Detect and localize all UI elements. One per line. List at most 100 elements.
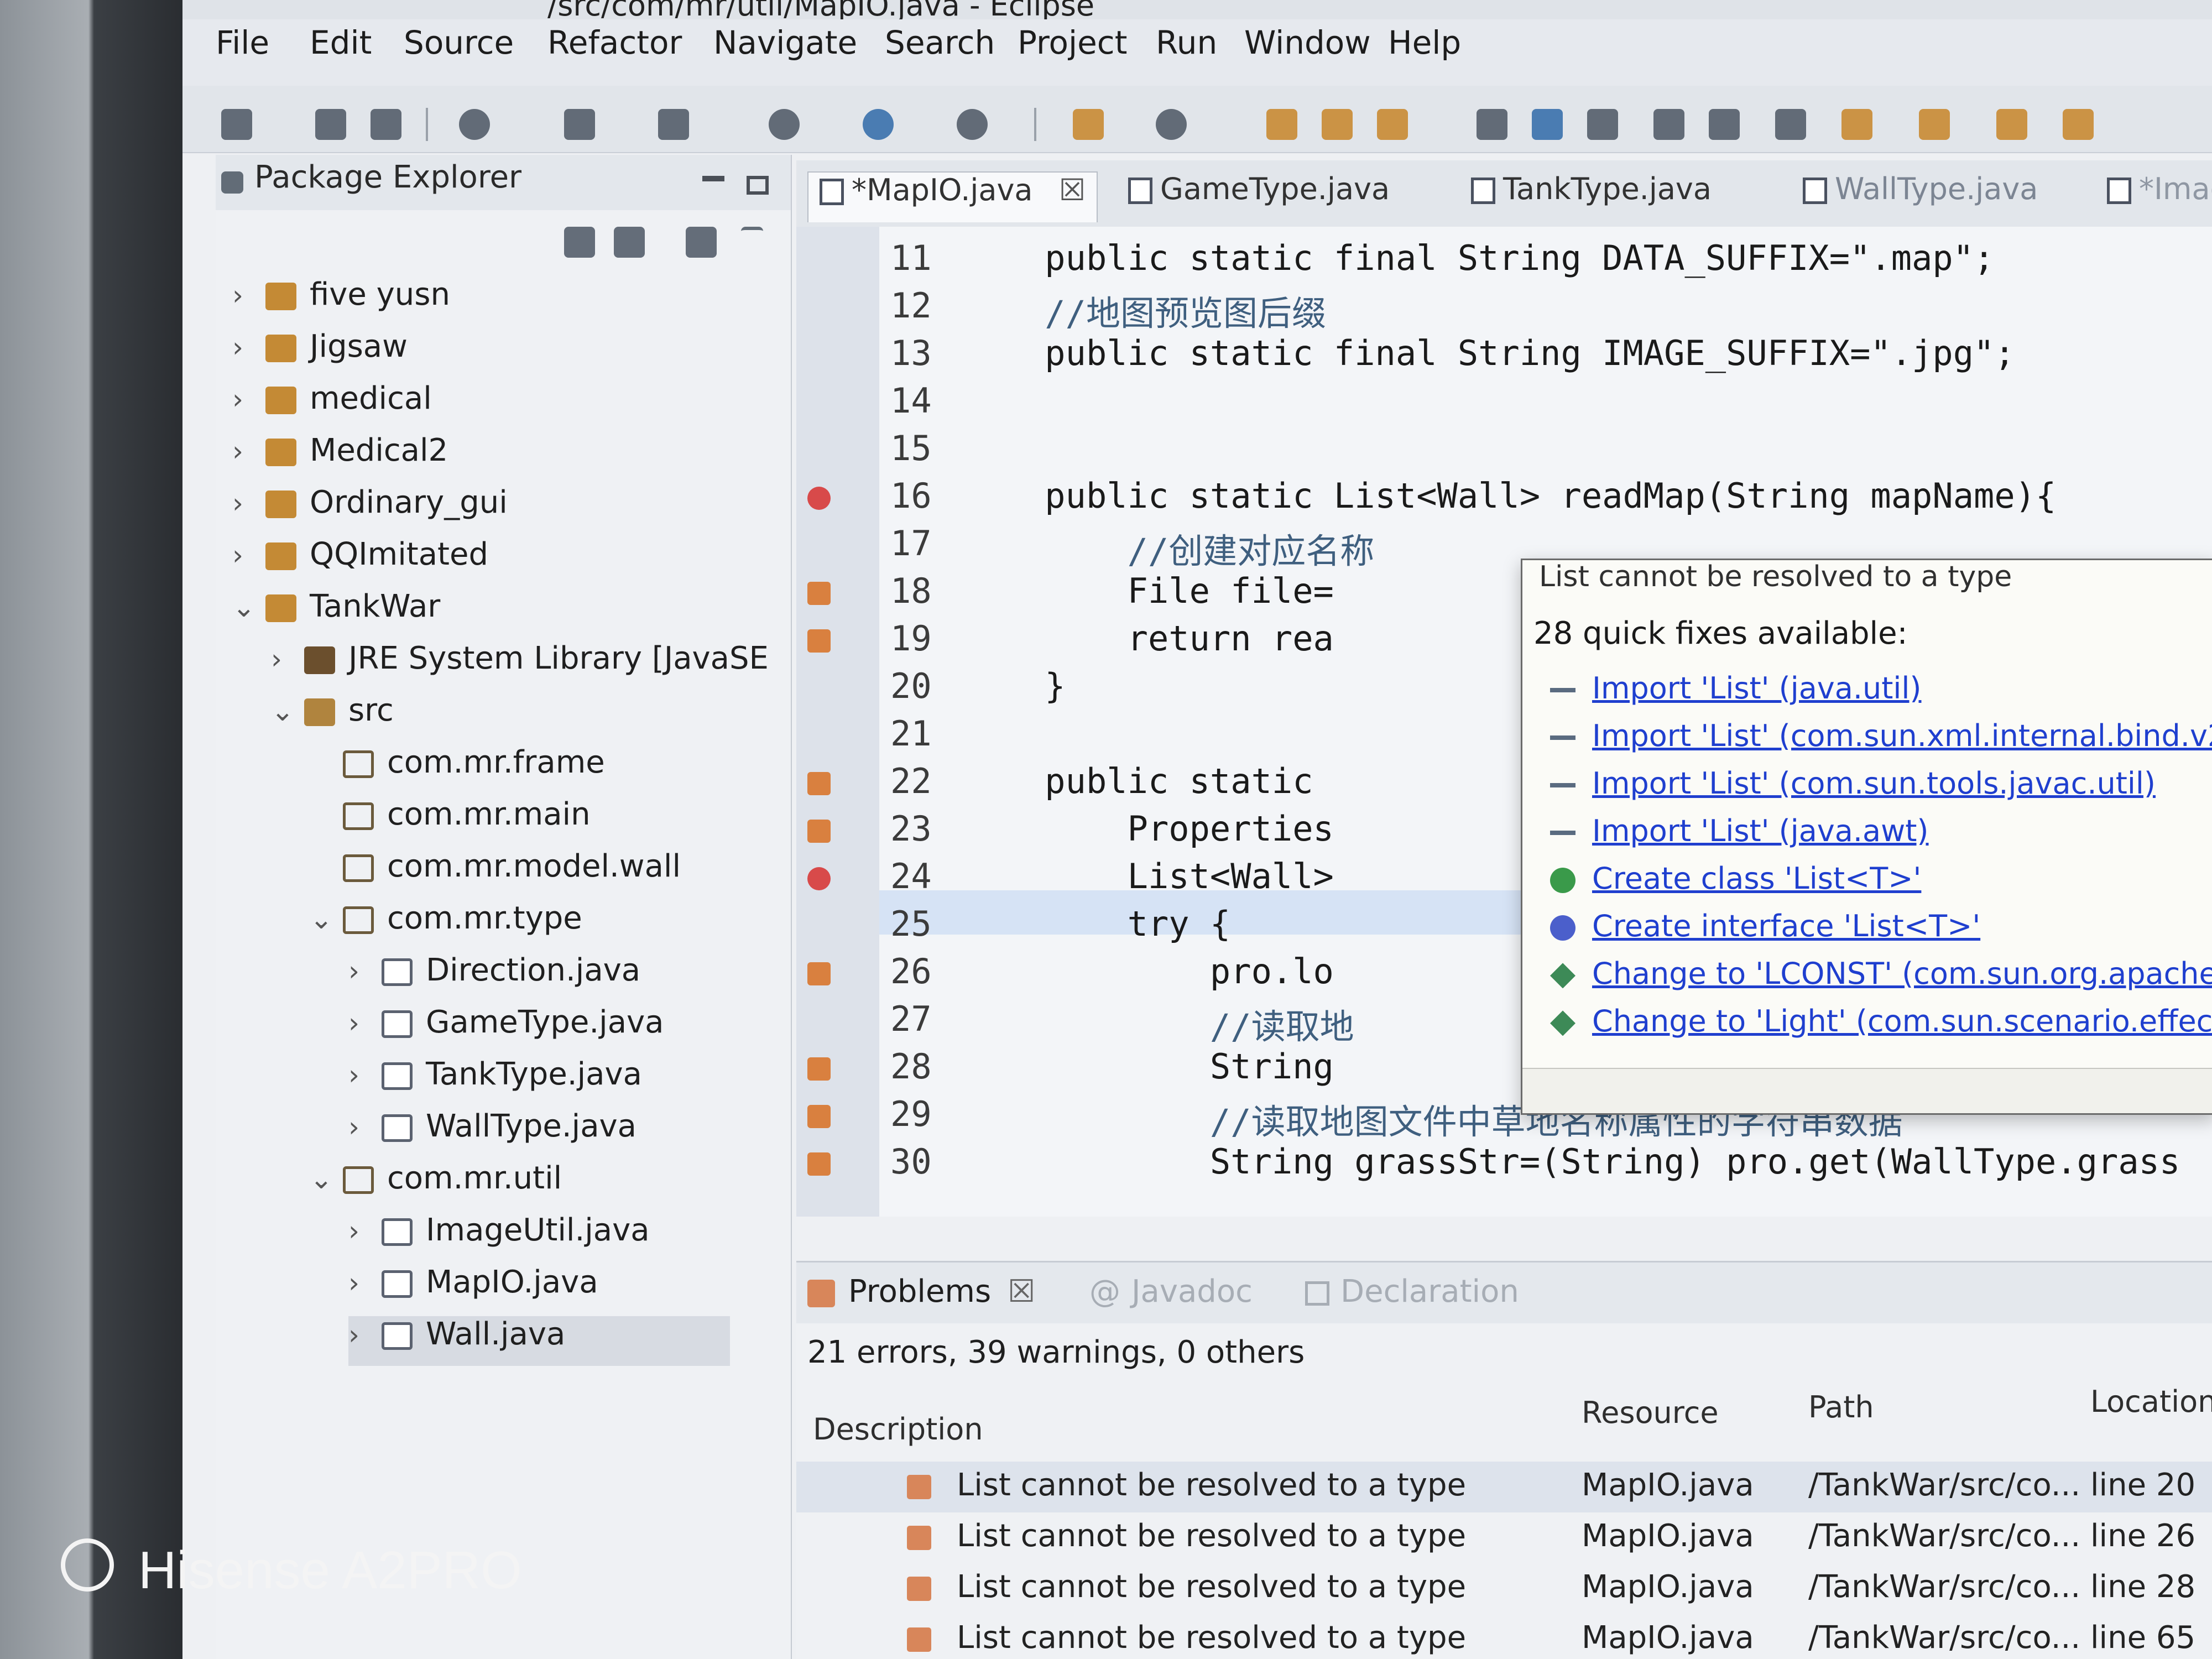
text-icon[interactable] [1775,109,1806,140]
chevron-down-icon[interactable]: ⌄ [310,1163,343,1195]
highlight-icon[interactable] [1532,109,1563,140]
menu-refactor[interactable]: Refactor [547,24,682,61]
quick-fix-item[interactable]: Create class 'List<T>' [1550,861,1921,896]
quick-fix-item[interactable]: Change to 'Light' (com.sun.scenario.effe… [1550,1004,2212,1039]
code-line[interactable]: //地图预览图后缀 [962,285,1326,335]
tree-item[interactable]: ⌄ com.mr.type [310,900,730,950]
link-editor-icon[interactable] [614,227,645,258]
tree-item[interactable]: com.mr.model.wall [310,848,730,898]
code-line[interactable]: //创建对应名称 [962,523,1375,573]
warning-marker-icon[interactable] [807,582,831,605]
tab-problems[interactable]: Problems ☒ [807,1274,1035,1310]
quick-fix-item[interactable]: Change to 'LCONST' (com.sun.org.apache.b… [1550,956,2212,991]
chevron-right-icon[interactable]: › [232,383,265,415]
new-icon[interactable] [221,109,252,140]
quick-fix-item[interactable]: Create interface 'List<T>' [1550,909,1980,943]
profile-icon[interactable] [459,109,490,140]
coverage-icon[interactable] [863,109,894,140]
tree-item[interactable]: ⌄ src [271,692,730,742]
save-icon[interactable] [315,109,346,140]
code-line[interactable]: String [962,1046,1334,1087]
tab-walltype[interactable]: WallType.java [1803,171,2038,221]
tree-item[interactable]: › medical [232,380,730,430]
chevron-down-icon[interactable]: ⌄ [232,591,265,623]
tree-item[interactable]: › ImageUtil.java [348,1212,730,1262]
column-path[interactable]: Path [1808,1390,1874,1425]
code-line[interactable]: pro.lo [962,951,1334,992]
tree-item[interactable]: › Ordinary_gui [232,484,730,534]
code-line[interactable]: String grassStr=(String) pro.get(WallTyp… [962,1141,2180,1182]
chevron-right-icon[interactable]: › [232,435,265,467]
tree-item[interactable]: com.mr.main [310,796,730,846]
quick-fix-item[interactable]: Import 'List' (com.sun.tools.javac.util) [1550,766,2156,801]
chevron-right-icon[interactable]: › [348,1267,382,1299]
column-description[interactable]: Description [813,1412,983,1447]
menu-help[interactable]: Help [1388,24,1461,61]
chevron-right-icon[interactable]: › [348,1215,382,1247]
code-line[interactable]: //读取地 [962,999,1354,1048]
save-all-icon[interactable] [371,109,401,140]
chevron-right-icon[interactable]: › [271,643,304,675]
view-menu-icon[interactable] [686,227,717,258]
tree-item[interactable]: › TankType.java [348,1056,730,1106]
error-marker-icon[interactable] [807,487,831,510]
warning-marker-icon[interactable] [807,772,831,795]
new-class-icon[interactable] [1156,109,1187,140]
chevron-right-icon[interactable]: › [348,1059,382,1091]
quick-fix-item[interactable]: Import 'List' (com.sun.xml.internal.bind… [1550,718,2212,753]
quick-fix-item[interactable]: Import 'List' (java.awt) [1550,813,1929,848]
code-line[interactable]: return rea [962,618,1334,659]
skip-breakpoints-icon[interactable] [564,109,595,140]
quick-fix-link[interactable]: Import 'List' (java.awt) [1592,813,1929,848]
tab-imageutil[interactable]: *ImageUt [2107,171,2212,221]
code-line[interactable]: public static final String IMAGE_SUFFIX=… [962,333,2015,373]
tab-tanktype[interactable]: TankType.java [1471,171,1712,221]
code-line[interactable]: } [962,666,1065,706]
chevron-right-icon[interactable]: › [232,279,265,311]
problem-row[interactable]: List cannot be resolved to a type MapIO.j… [796,1614,2212,1659]
prev-annotation-icon[interactable] [1919,109,1950,140]
block-select-icon[interactable] [1709,109,1740,140]
warning-marker-icon[interactable] [807,1057,831,1081]
chevron-right-icon[interactable]: › [348,955,382,987]
menu-edit[interactable]: Edit [310,24,372,61]
chevron-right-icon[interactable]: › [348,1319,382,1351]
tab-gametype[interactable]: GameType.java [1128,171,1390,221]
quick-fix-link[interactable]: Change to 'LCONST' (com.sun.org.apache.b… [1592,956,2212,991]
tree-item[interactable]: › five yusn [232,276,730,326]
open-type-icon[interactable] [1266,109,1297,140]
chevron-right-icon[interactable]: › [232,487,265,519]
quick-fix-link[interactable]: Change to 'Light' (com.sun.scenario.effe… [1592,1004,2212,1039]
run-icon[interactable] [769,109,800,140]
chevron-right-icon[interactable]: › [232,539,265,571]
quick-fix-link[interactable]: Import 'List' (java.util) [1592,671,1921,706]
show-whitespace-icon[interactable] [1653,109,1684,140]
maximize-icon[interactable] [747,176,769,195]
new-java-project-icon[interactable] [1073,109,1104,140]
code-line[interactable]: public static [962,761,1313,801]
problem-row[interactable]: List cannot be resolved to a type MapIO.j… [796,1462,2212,1512]
tree-item[interactable]: com.mr.frame [310,744,730,794]
code-line[interactable]: public static List<Wall> readMap(String … [962,476,2056,516]
warning-marker-icon[interactable] [807,1152,831,1176]
menu-window[interactable]: Window [1244,24,1371,61]
warning-marker-icon[interactable] [807,629,831,653]
code-line[interactable]: public static final String DATA_SUFFIX="… [962,238,1994,278]
close-icon[interactable]: ☒ [1059,173,1086,207]
tree-item[interactable]: › Direction.java [348,952,730,1002]
close-icon[interactable]: ☒ [1008,1274,1035,1310]
warning-marker-icon[interactable] [807,1105,831,1128]
forward-icon[interactable] [2063,109,2094,140]
chevron-right-icon[interactable]: › [232,331,265,363]
column-resource[interactable]: Resource [1582,1395,1719,1430]
menu-search[interactable]: Search [885,24,995,61]
tab-javadoc[interactable]: @ Javadoc [1089,1274,1253,1310]
minimize-icon[interactable] [702,176,724,181]
tree-item[interactable]: › Medical2 [232,432,730,482]
tree-item[interactable]: ⌄ com.mr.util [310,1160,730,1210]
warning-marker-icon[interactable] [807,962,831,985]
quick-fix-link[interactable]: Import 'List' (com.sun.tools.javac.util) [1592,766,2156,801]
pin-icon[interactable] [1477,109,1507,140]
tree-item[interactable]: › Wall.java [348,1316,730,1366]
tree-item[interactable]: › JRE System Library [JavaSE [271,640,769,690]
